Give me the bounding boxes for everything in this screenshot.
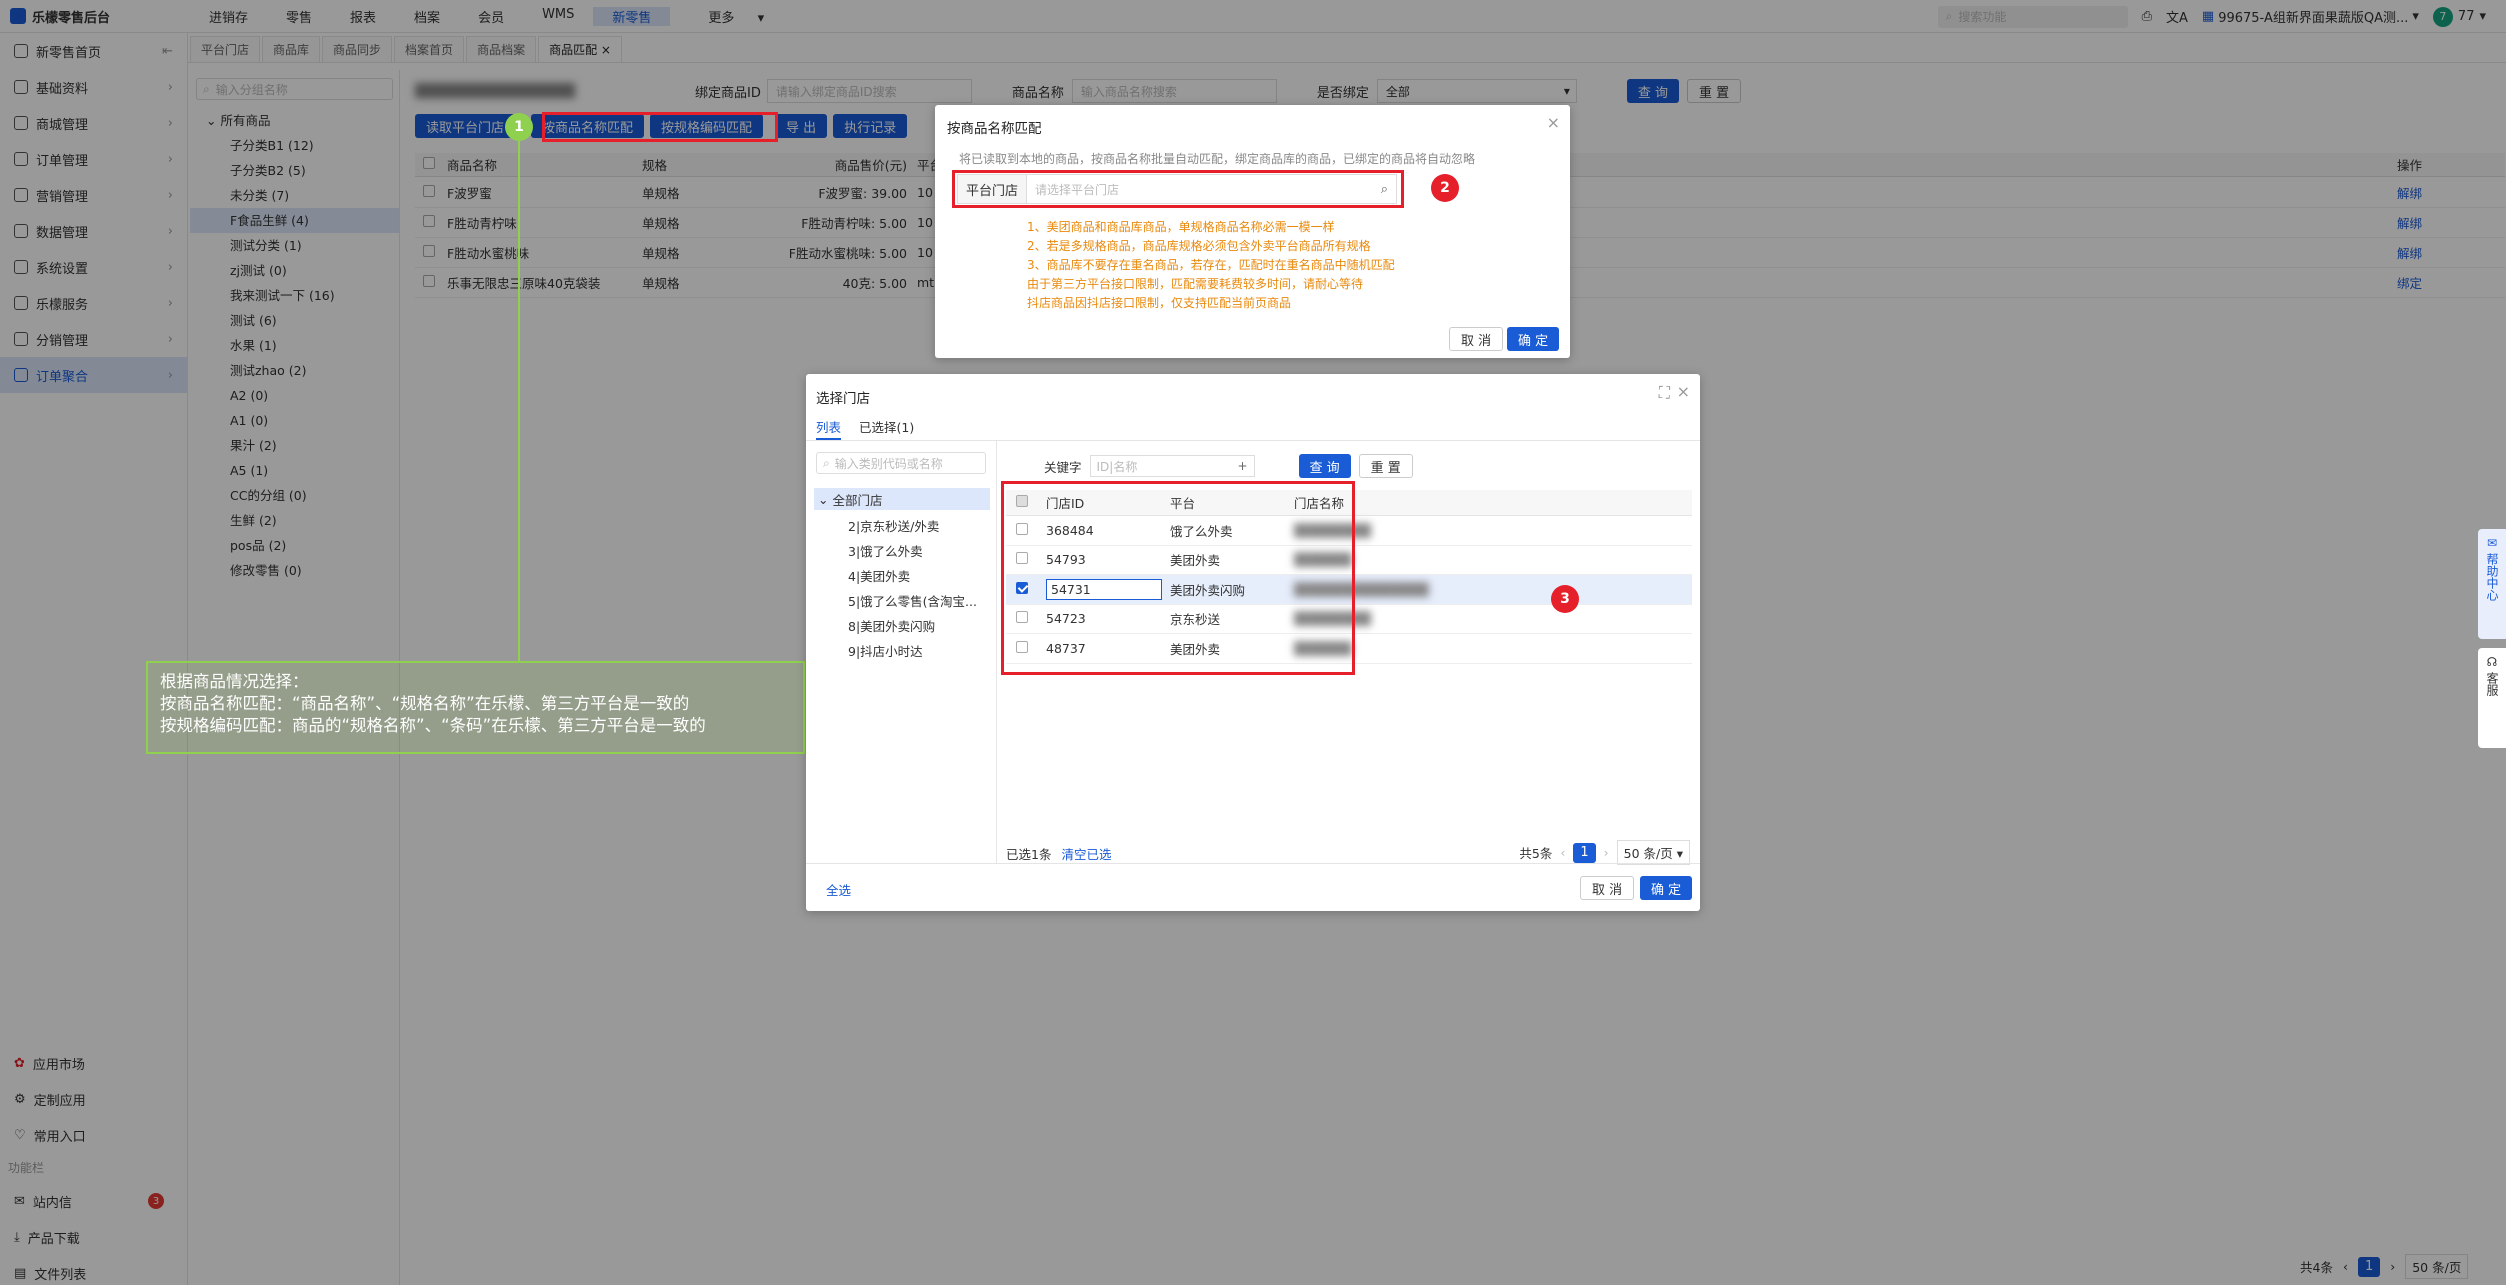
rule-line: 1、美团商品和商品库商品，单规格商品名称必需一模一样 (1027, 220, 1335, 234)
confirm-button[interactable]: 确 定 (1507, 327, 1560, 351)
rule-line: 抖店商品因抖店接口限制，仅支持匹配当前页商品 (1027, 296, 1292, 310)
annotation-badge-2: 2 (1431, 174, 1459, 202)
keyword-placeholder: ID|名称 (1096, 459, 1138, 474)
page-current[interactable]: 1 (1573, 842, 1596, 863)
selection-summary: 已选1条 清空已选 (1006, 844, 1111, 863)
customer-service-tab[interactable]: ☊ 客服 (2478, 648, 2506, 748)
store-pagination: 共5条 ‹ 1 › 50 条/页 ▾ (1519, 840, 1690, 865)
match-hint: 将已读取到本地的商品，按商品名称批量自动匹配，绑定商品库的商品，已绑定的商品将自… (959, 152, 1476, 166)
dialog-title: 选择门店 (816, 391, 870, 407)
divider (806, 863, 1700, 864)
reset-button[interactable]: 重 置 (1358, 454, 1413, 478)
rule-line: 2、若是多规格商品，商品库规格必须包含外卖平台商品所有规格 (1027, 239, 1371, 253)
match-rules: 1、美团商品和商品库商品，单规格商品名称必需一模一样 2、若是多规格商品，商品库… (1027, 218, 1395, 313)
store-tree-item[interactable]: 4|美团外卖 (848, 564, 977, 589)
next-page-icon[interactable]: › (1604, 845, 1609, 860)
store-tree-root[interactable]: ⌄ 全部门店 (814, 488, 990, 510)
store-tree-item[interactable]: 3|饿了么外卖 (848, 539, 977, 564)
annotation-line: 按规格编码匹配：商品的“规格名称”、“条码”在乐檬、第三方平台是一致的 (160, 716, 706, 735)
rule-line: 由于第三方平台接口限制，匹配需要耗费较多时间，请耐心等待 (1027, 277, 1364, 291)
store-tree-item[interactable]: 5|饿了么零售(含淘宝... (848, 589, 977, 614)
selected-count: 已选1条 (1006, 847, 1052, 862)
annotation-badge-3: 3 (1551, 585, 1579, 613)
cancel-button[interactable]: 取 消 (1580, 876, 1635, 900)
annotation-highlight-buttons (542, 112, 778, 142)
annotation-line: 根据商品情况选择： (160, 672, 309, 691)
customer-service-label: 客服 (2485, 672, 2499, 696)
dialog-tabs: 列表 已选择(1) (816, 417, 914, 440)
dialog-title: 按商品名称匹配 (947, 121, 1042, 137)
annotation-highlight-store-field (952, 170, 1404, 208)
select-all-link[interactable]: 全选 (826, 880, 851, 899)
page-size-value: 50 条/页 (1623, 846, 1673, 861)
close-icon[interactable]: × (1677, 382, 1690, 401)
store-tree: 2|京东秒送/外卖 3|饿了么外卖 4|美团外卖 5|饿了么零售(含淘宝... 8|美团… (848, 514, 977, 664)
page-size-select[interactable]: 50 条/页 ▾ (1616, 840, 1690, 865)
maximize-icon[interactable]: ⛶ (1659, 383, 1670, 403)
store-tree-search-placeholder: 输入类别代码或名称 (834, 456, 943, 471)
chat-icon: ✉ (2486, 536, 2498, 550)
annotation-highlight-store-table (1001, 481, 1355, 675)
tab-list[interactable]: 列表 (816, 417, 842, 440)
close-icon[interactable]: × (1547, 113, 1560, 132)
annotation-note: 根据商品情况选择： 按商品名称匹配：“商品名称”、“规格名称”在乐檬、第三方平台… (146, 661, 805, 754)
store-tree-item[interactable]: 2|京东秒送/外卖 (848, 514, 977, 539)
cancel-button[interactable]: 取 消 (1449, 327, 1504, 351)
query-button[interactable]: 查 询 (1298, 454, 1351, 478)
chevron-down-icon: ⌄ (818, 491, 829, 507)
store-total: 共5条 (1519, 846, 1553, 861)
divider (806, 440, 1700, 441)
divider (996, 440, 997, 863)
store-tree-item[interactable]: 8|美团外卖闪购 (848, 614, 977, 639)
search-icon: ⌕ (823, 455, 830, 470)
help-center-label: 帮助中心 (2485, 553, 2499, 601)
keyword-input[interactable]: ID|名称 + (1089, 455, 1255, 477)
confirm-button[interactable]: 确 定 (1640, 876, 1693, 900)
store-tree-item[interactable]: 9|抖店小时达 (848, 639, 977, 664)
store-tree-search[interactable]: ⌕ 输入类别代码或名称 (816, 452, 986, 474)
help-center-tab[interactable]: ✉ 帮助中心 (2478, 529, 2506, 639)
select-store-dialog: 选择门店 ⛶ × 列表 已选择(1) ⌕ 输入类别代码或名称 ⌄ 全部门店 2|京… (806, 374, 1700, 911)
rule-line: 3、商品库不要存在重名商品，若存在，匹配时在重名商品中随机匹配 (1027, 258, 1395, 272)
clear-selection-link[interactable]: 清空已选 (1061, 844, 1111, 863)
annotation-badge-1: 1 (505, 113, 533, 141)
prev-page-icon[interactable]: ‹ (1560, 845, 1565, 860)
keyword-label: 关键字 (1044, 459, 1082, 475)
keyword-bar: 关键字 ID|名称 + 查 询 重 置 (1044, 454, 1413, 478)
plus-icon[interactable]: + (1237, 459, 1247, 473)
annotation-connector (518, 133, 520, 661)
headset-icon: ☊ (2486, 655, 2498, 669)
tab-selected[interactable]: 已选择(1) (859, 417, 914, 440)
store-tree-root-label: 全部门店 (832, 492, 883, 508)
annotation-line: 按商品名称匹配：“商品名称”、“规格名称”在乐檬、第三方平台是一致的 (160, 694, 690, 713)
match-by-name-dialog: 按商品名称匹配 × 将已读取到本地的商品，按商品名称批量自动匹配，绑定商品库的商… (935, 105, 1570, 358)
